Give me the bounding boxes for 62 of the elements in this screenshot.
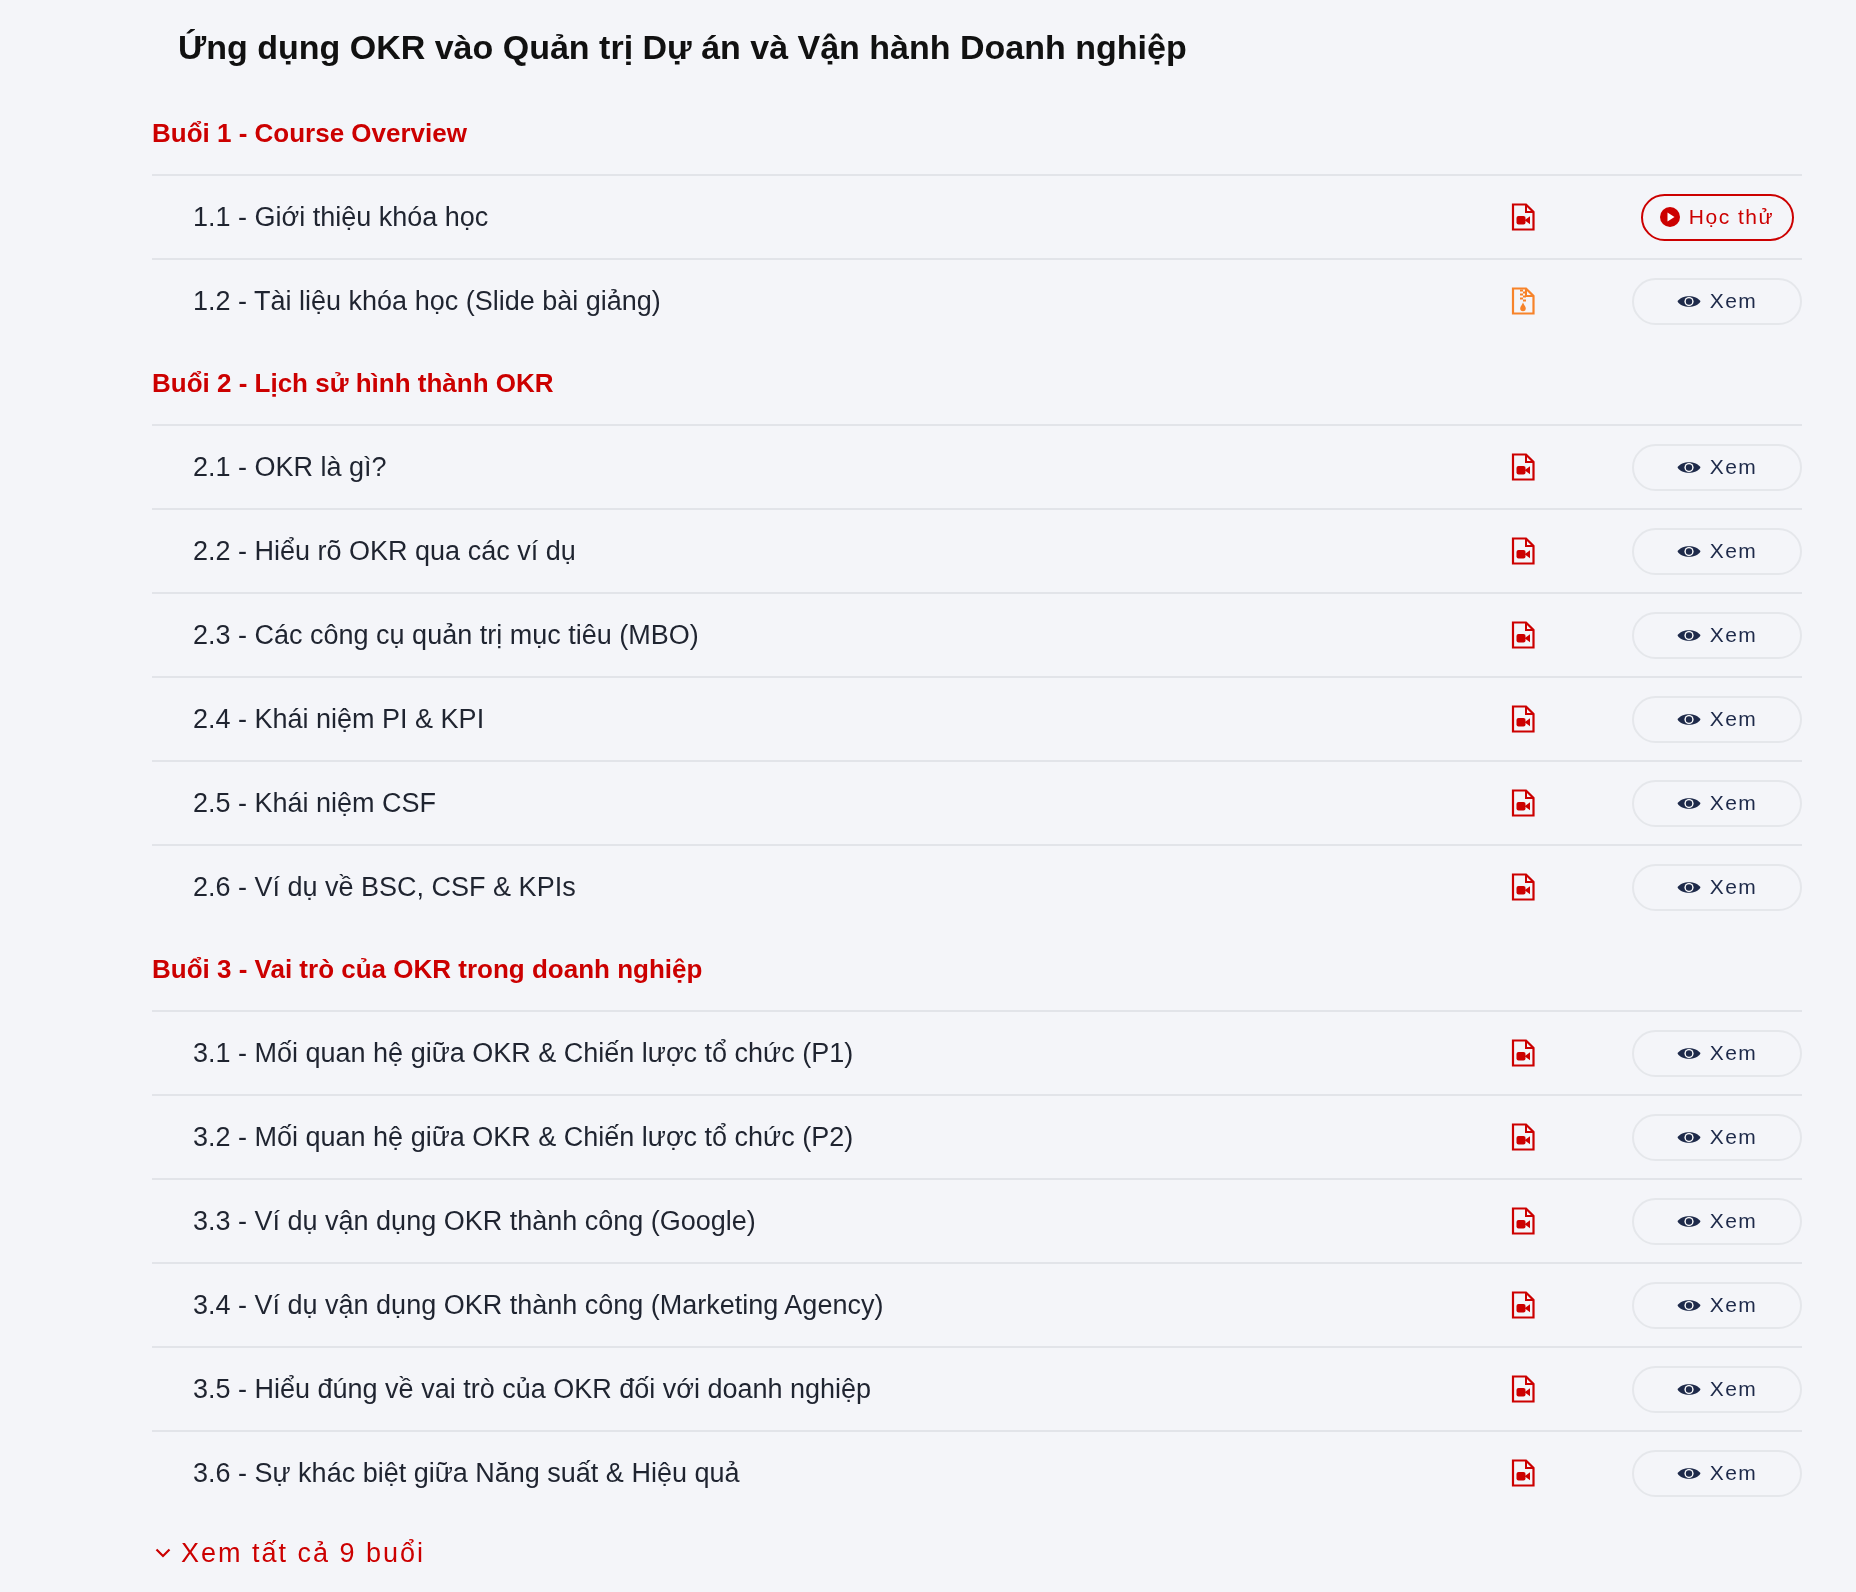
section-heading: Buổi 2 - Lịch sử hình thành OKR xyxy=(152,367,554,399)
eye-icon xyxy=(1676,459,1701,475)
chevron-down-icon xyxy=(155,1548,171,1558)
lesson-title: 3.4 - Ví dụ vận dụng OKR thành công (Marketing Agency) xyxy=(193,1290,884,1320)
page-title: Ứng dụng OKR vào Quản trị Dự án và Vận hành Doanh nghiệp xyxy=(178,27,1187,68)
eye-icon xyxy=(1676,795,1701,811)
lesson-title: 3.5 - Hiểu đúng về vai trò của OKR đối với doanh nghiệp xyxy=(193,1374,872,1404)
video-file-icon xyxy=(1511,1459,1535,1487)
view-button[interactable]: Xem xyxy=(1632,695,1802,743)
view-button[interactable]: Xem xyxy=(1632,1197,1802,1245)
view-button[interactable]: Xem xyxy=(1632,863,1802,911)
lesson-title: 3.1 - Mối quan hệ giữa OKR & Chiến lược tổ chức (P1) xyxy=(193,1038,854,1068)
video-file-icon xyxy=(1511,1123,1535,1151)
view-button[interactable]: Xem xyxy=(1632,1113,1802,1161)
view-button[interactable]: Xem xyxy=(1632,611,1802,659)
show-all-link[interactable]: Xem tất cả 9 buổi xyxy=(152,1536,426,1570)
eye-icon xyxy=(1676,1129,1701,1145)
video-file-icon xyxy=(1511,1207,1535,1235)
section-heading: Buổi 1 - Course Overview xyxy=(152,117,467,149)
eye-icon xyxy=(1676,293,1701,309)
video-file-icon xyxy=(1511,789,1535,817)
lesson-title: 1.1 - Giới thiệu khóa học xyxy=(193,202,489,232)
lesson-title: 2.2 - Hiểu rõ OKR qua các ví dụ xyxy=(193,536,576,566)
play-icon xyxy=(1659,207,1680,227)
eye-icon xyxy=(1676,1213,1701,1229)
video-file-icon xyxy=(1511,873,1535,901)
lesson-title: 3.2 - Mối quan hệ giữa OKR & Chiến lược tổ chức (P2) xyxy=(193,1122,854,1152)
view-button[interactable]: Xem xyxy=(1632,443,1802,491)
view-button[interactable]: Xem xyxy=(1632,277,1802,325)
lesson-title: 2.6 - Ví dụ về BSC, CSF & KPIs xyxy=(193,872,576,902)
eye-icon xyxy=(1676,1297,1701,1313)
view-button[interactable]: Xem xyxy=(1632,1449,1802,1497)
lesson-title: 1.2 - Tài liệu khóa học (Slide bài giảng) xyxy=(193,286,661,316)
eye-icon xyxy=(1676,1381,1701,1397)
eye-icon xyxy=(1676,1045,1701,1061)
video-file-icon xyxy=(1511,705,1535,733)
view-button[interactable]: Xem xyxy=(1632,1365,1802,1413)
view-button[interactable]: Xem xyxy=(1632,1029,1802,1077)
lesson-title: 2.4 - Khái niệm PI & KPI xyxy=(193,704,485,734)
eye-icon xyxy=(1676,1465,1701,1481)
video-file-icon xyxy=(1511,537,1535,565)
view-button[interactable]: Xem xyxy=(1632,1281,1802,1329)
video-file-icon xyxy=(1511,203,1535,231)
video-file-icon xyxy=(1511,1039,1535,1067)
zip-file-icon xyxy=(1511,287,1535,315)
eye-icon xyxy=(1676,543,1701,559)
view-button[interactable]: Xem xyxy=(1632,527,1802,575)
video-file-icon xyxy=(1511,621,1535,649)
video-file-icon xyxy=(1511,1291,1535,1319)
eye-icon xyxy=(1676,711,1701,727)
lesson-title: 3.3 - Ví dụ vận dụng OKR thành công (Google) xyxy=(193,1206,756,1236)
eye-icon xyxy=(1676,627,1701,643)
lesson-title: 3.6 - Sự khác biệt giữa Năng suất & Hiệu quả xyxy=(193,1458,740,1488)
trial-button[interactable]: Học thử xyxy=(1640,193,1794,241)
section-heading: Buổi 3 - Vai trò của OKR trong doanh nghiệp xyxy=(152,953,703,985)
lesson-title: 2.5 - Khái niệm CSF xyxy=(193,788,437,818)
video-file-icon xyxy=(1511,1375,1535,1403)
lesson-title: 2.3 - Các công cụ quản trị mục tiêu (MBO) xyxy=(193,620,699,650)
video-file-icon xyxy=(1511,453,1535,481)
view-button[interactable]: Xem xyxy=(1632,779,1802,827)
eye-icon xyxy=(1676,879,1701,895)
lesson-title: 2.1 - OKR là gì? xyxy=(193,452,387,482)
